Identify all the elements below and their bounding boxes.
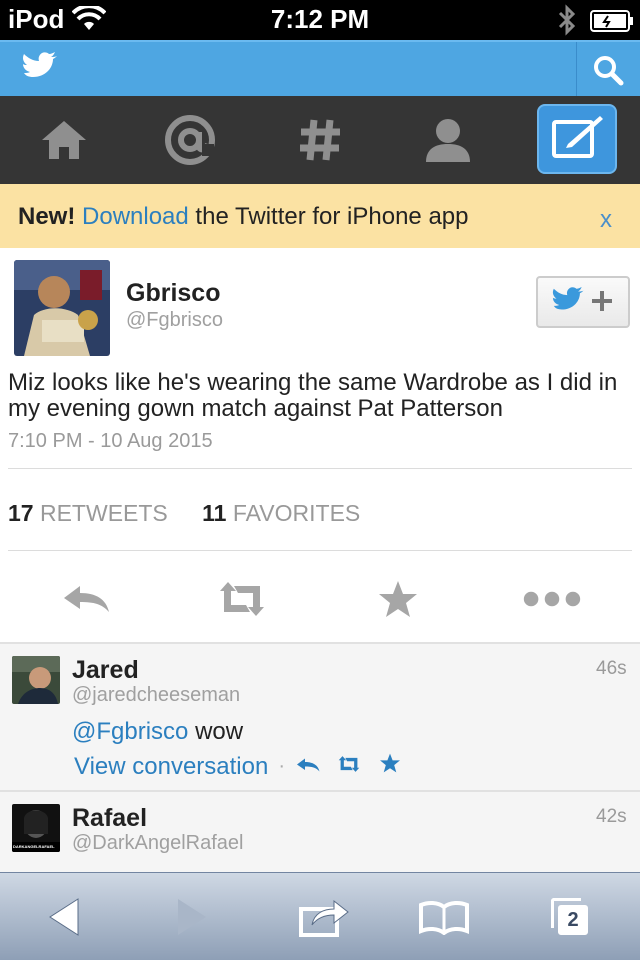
- hashtag-icon[interactable]: [280, 102, 360, 178]
- download-link[interactable]: Download: [82, 203, 189, 230]
- share-icon[interactable]: [294, 887, 354, 947]
- battery-icon: [590, 10, 634, 37]
- retweet-icon[interactable]: [212, 576, 272, 622]
- more-icon[interactable]: [522, 576, 582, 622]
- header-divider: [576, 42, 577, 96]
- twitter-bird-icon[interactable]: [22, 52, 58, 87]
- reply-author-handle[interactable]: @DarkAngelRafael: [72, 832, 244, 855]
- retweet-count: 17: [8, 500, 34, 526]
- forward-icon[interactable]: [162, 887, 222, 947]
- tweet-author-name[interactable]: Gbrisco: [126, 279, 220, 308]
- avatar-text: DARKANGELRAFAEL: [13, 844, 55, 849]
- reply-body-text: wow: [195, 718, 244, 745]
- app-promo-banner: New! Download the Twitter for iPhone app…: [0, 184, 640, 248]
- reply-author-handle[interactable]: @jaredcheeseman: [72, 684, 240, 707]
- reply-age: 46s: [596, 658, 627, 679]
- promo-new-label: New!: [18, 203, 76, 230]
- reply-item[interactable]: Jared @jaredcheeseman 46s @Fgbrisco wow …: [0, 642, 640, 792]
- avatar[interactable]: [14, 260, 110, 356]
- retweet-icon[interactable]: [335, 753, 363, 781]
- compose-icon: [550, 114, 604, 165]
- tweet-timestamp[interactable]: 7:10 PM - 10 Aug 2015: [8, 430, 213, 453]
- promo-close-button[interactable]: x: [600, 206, 612, 234]
- bluetooth-icon: [556, 4, 578, 41]
- tweet-author-handle[interactable]: @Fgbrisco: [126, 309, 223, 332]
- favorite-icon[interactable]: [368, 576, 428, 622]
- back-icon[interactable]: [34, 887, 94, 947]
- reply-icon[interactable]: [56, 576, 116, 622]
- at-icon[interactable]: [150, 102, 230, 178]
- favorite-stat[interactable]: 11 FAVORITES: [202, 500, 360, 526]
- browser-toolbar: 2: [0, 872, 640, 960]
- profile-icon[interactable]: [408, 102, 488, 178]
- twitter-header: [0, 40, 640, 96]
- mention-link[interactable]: @Fgbrisco: [72, 718, 188, 745]
- status-bar: iPod 7:12 PM: [0, 0, 640, 40]
- separator-dot: ·: [278, 755, 286, 777]
- promo-text: New! Download the Twitter for iPhone app: [18, 203, 468, 231]
- reply-text: @Fgbrisco wow: [72, 718, 243, 746]
- search-icon[interactable]: [592, 54, 624, 86]
- favorite-label: FAVORITES: [232, 500, 361, 526]
- tweet-stats: 17 RETWEETS 11 FAVORITES: [8, 500, 360, 527]
- clock: 7:12 PM: [270, 4, 370, 34]
- view-conversation-link[interactable]: View conversation: [74, 753, 268, 781]
- reply-author-name[interactable]: Jared: [72, 656, 139, 685]
- tweet-text: Miz looks like he's wearing the same War…: [8, 369, 618, 422]
- avatar[interactable]: DARKANGELRAFAEL: [12, 804, 60, 852]
- tabs-icon[interactable]: 2: [540, 887, 600, 947]
- divider: [8, 550, 632, 551]
- bookmarks-icon[interactable]: [414, 887, 474, 947]
- retweet-label: RETWEETS: [39, 500, 168, 526]
- reply-item[interactable]: DARKANGELRAFAEL Rafael @DarkAngelRafael …: [0, 790, 640, 872]
- compose-button[interactable]: [537, 104, 617, 174]
- tweet-detail: Gbrisco @Fgbrisco Miz looks like he's we…: [0, 248, 640, 642]
- follow-button[interactable]: [536, 276, 630, 328]
- reply-actions: View conversation ·: [74, 752, 401, 781]
- reply-age: 42s: [596, 806, 627, 827]
- retweet-stat[interactable]: 17 RETWEETS: [8, 500, 168, 526]
- reply-icon[interactable]: [295, 753, 321, 781]
- reply-author-name[interactable]: Rafael: [72, 804, 147, 833]
- nav-bar: [0, 96, 640, 184]
- divider: [8, 468, 632, 469]
- promo-rest: the Twitter for iPhone app: [195, 203, 469, 230]
- favorite-icon[interactable]: [379, 752, 401, 781]
- favorite-count: 11: [202, 500, 227, 526]
- avatar[interactable]: [12, 656, 60, 704]
- home-icon[interactable]: [24, 102, 104, 178]
